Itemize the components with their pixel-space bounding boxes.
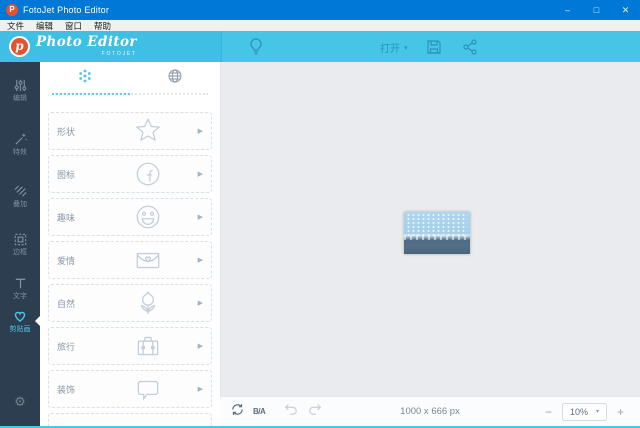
canvas-photo[interactable] <box>404 212 470 254</box>
globe-icon <box>167 68 183 89</box>
flower-icon <box>99 288 198 318</box>
panel-tabs <box>40 62 220 94</box>
sidebar-item-label: 编辑 <box>13 95 27 102</box>
category-partial[interactable]: ▶ <box>48 413 212 426</box>
brand-badge-icon: p <box>9 36 30 57</box>
chevron-down-icon: ▾ <box>595 409 599 415</box>
category-shapes[interactable]: 形状 ▶ <box>48 112 212 150</box>
chevron-right-icon: ▶ <box>197 343 203 350</box>
tips-button[interactable] <box>246 36 266 63</box>
frame-icon <box>0 232 40 247</box>
star-icon <box>99 116 198 146</box>
sidebar-item-label: 文字 <box>13 293 27 300</box>
app-logo-icon: P <box>6 4 18 16</box>
chevron-right-icon: ▶ <box>197 386 203 393</box>
sidebar-item-overlay[interactable]: 叠加 <box>0 184 40 209</box>
chevron-right-icon: ▶ <box>197 257 203 264</box>
tab-clipart-online[interactable] <box>130 62 220 94</box>
share-icon <box>460 36 480 63</box>
sidebar-item-label: 特效 <box>13 149 27 156</box>
menu-file[interactable]: 文件 <box>7 20 24 32</box>
compare-icon: B/A <box>253 407 266 416</box>
reset-icon <box>230 402 245 422</box>
redo-icon <box>307 402 323 421</box>
settings-button[interactable]: ⚙ <box>0 394 40 410</box>
sidebar-item-clipart[interactable]: 剪贴画 <box>0 308 40 334</box>
category-decoration[interactable]: 装饰 ▶ <box>48 370 212 408</box>
side-navigation: 编辑 特效 叠加 边框 文字 剪贴画 ⚙ <box>0 62 40 426</box>
titlebar: P FotoJet Photo Editor – □ ✕ <box>0 0 640 20</box>
category-icons[interactable]: 图标 ▶ <box>48 155 212 193</box>
minimize-button[interactable]: – <box>553 0 582 20</box>
sidebar-item-text[interactable]: 文字 <box>0 276 40 301</box>
tab-underline-active <box>52 93 130 95</box>
undo-icon <box>283 402 299 421</box>
save-button[interactable] <box>424 36 444 63</box>
compare-button[interactable]: B/A <box>253 407 266 416</box>
texture-icon <box>0 184 40 199</box>
category-nature[interactable]: 自然 ▶ <box>48 284 212 322</box>
open-button[interactable]: 打开 ▾ <box>380 40 408 55</box>
window-title: FotoJet Photo Editor <box>23 5 110 15</box>
category-love[interactable]: 爱情 ▶ <box>48 241 212 279</box>
brand-name: Photo Editor <box>36 34 137 51</box>
share-button[interactable] <box>460 36 480 63</box>
sidebar-item-effect[interactable]: 特效 <box>0 132 40 157</box>
maximize-button[interactable]: □ <box>582 0 611 20</box>
brand-logo: p Photo Editor FOTOJET <box>0 31 222 62</box>
header: p Photo Editor FOTOJET 打开 ▾ <box>0 31 640 62</box>
glasses-icon <box>99 417 198 426</box>
facebook-icon <box>99 159 198 189</box>
menu-window[interactable]: 窗口 <box>65 20 82 32</box>
save-icon <box>424 36 444 63</box>
sliders-icon <box>0 78 40 93</box>
chevron-right-icon: ▶ <box>197 128 203 135</box>
zoom-level-value: 10% <box>569 406 588 417</box>
zoom-in-button[interactable]: + <box>611 405 630 419</box>
speech-bubble-icon <box>99 374 198 404</box>
canvas-area <box>220 62 640 396</box>
window-controls: – □ ✕ <box>553 0 640 20</box>
category-fun[interactable]: 趣味 ▶ <box>48 198 212 236</box>
category-travel[interactable]: 旅行 ▶ <box>48 327 212 365</box>
sidebar-item-label: 剪贴画 <box>9 326 31 333</box>
chevron-right-icon: ▶ <box>197 171 203 178</box>
heart-icon <box>0 308 40 324</box>
zoom-controls: − 10% ▾ + <box>539 402 630 421</box>
gear-icon: ⚙ <box>14 394 26 409</box>
app-window: P FotoJet Photo Editor – □ ✕ 文件 编辑 窗口 帮助… <box>0 0 640 428</box>
reset-button[interactable] <box>230 402 245 422</box>
chevron-right-icon: ▶ <box>197 300 203 307</box>
clipart-category-list: 形状 ▶ 图标 ▶ 趣味 ▶ 爱情 ▶ 自然 ▶ 旅行 ▶ 装饰 ▶ <box>48 112 212 426</box>
zoom-out-button[interactable]: − <box>539 405 558 419</box>
menu-help[interactable]: 帮助 <box>94 20 111 32</box>
menu-edit[interactable]: 编辑 <box>36 20 53 32</box>
open-label: 打开 <box>380 44 400 55</box>
snowflake-icon <box>77 68 93 89</box>
chevron-down-icon: ▾ <box>404 44 408 52</box>
sidebar-item-edit[interactable]: 编辑 <box>0 78 40 103</box>
zoom-level-dropdown[interactable]: 10% ▾ <box>561 402 607 421</box>
close-button[interactable]: ✕ <box>611 0 640 20</box>
undo-button[interactable] <box>283 402 299 421</box>
chevron-right-icon: ▶ <box>197 214 203 221</box>
suitcase-icon <box>99 331 198 361</box>
menubar: 文件 编辑 窗口 帮助 <box>0 20 640 31</box>
redo-button[interactable] <box>307 402 323 421</box>
smiley-icon <box>99 202 198 232</box>
clipart-panel: 形状 ▶ 图标 ▶ 趣味 ▶ 爱情 ▶ 自然 ▶ 旅行 ▶ 装饰 ▶ <box>40 62 220 426</box>
lightbulb-icon <box>246 36 266 63</box>
sidebar-item-frame[interactable]: 边框 <box>0 232 40 257</box>
statusbar: B/A 1000 x 666 px − 10% ▾ + <box>220 396 640 426</box>
sidebar-item-label: 叠加 <box>13 201 27 208</box>
sidebar-item-label: 边框 <box>13 249 27 256</box>
text-icon <box>0 276 40 291</box>
magic-wand-icon <box>0 132 40 147</box>
brand-sub: FOTOJET <box>101 50 137 57</box>
love-letter-icon <box>99 245 198 275</box>
tab-clipart-library[interactable] <box>40 62 130 94</box>
